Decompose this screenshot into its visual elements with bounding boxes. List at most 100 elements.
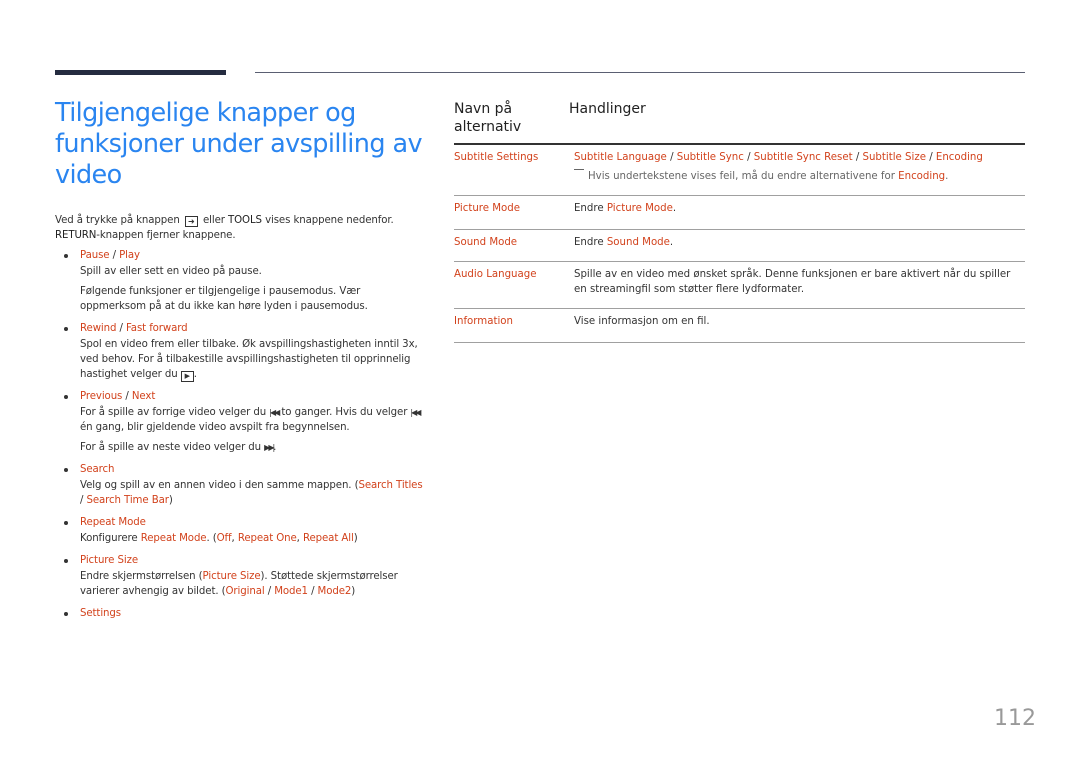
tools-label: TOOLS (228, 215, 262, 226)
link-repeat-all[interactable]: Repeat All (303, 533, 354, 544)
note: Hvis undertekstene vises feil, må du end… (574, 169, 1025, 184)
list-item-settings: Settings (55, 606, 425, 621)
item-title: Previous / Next (80, 389, 425, 404)
description-text: én gang, blir gjeldende video avspilt fr… (80, 422, 350, 433)
option-subtitle-settings[interactable]: Subtitle Settings (454, 150, 574, 184)
table-row: Sound Mode Endre Sound Mode. (454, 230, 1025, 262)
description-text: Endre (574, 203, 607, 214)
actions-cell: Spille av en video med ønsket språk. Den… (574, 269, 1011, 295)
separator: / (109, 250, 120, 261)
link-pause[interactable]: Pause (80, 250, 110, 261)
description-text: For å spille av neste video velger du (80, 442, 262, 453)
link-sound-mode[interactable]: Sound Mode (607, 237, 670, 248)
intro-text: Ved å trykke på knappen (55, 215, 180, 226)
note-text: . (945, 171, 949, 182)
description-text: Spol en video frem eller tilbake. Øk avs… (80, 339, 418, 380)
description-text: For å spille av forrige video velger du (80, 407, 267, 418)
list-item-pause-play: Pause / Play Spill av eller sett en vide… (55, 248, 425, 314)
option-information[interactable]: Information (454, 314, 574, 329)
link-subtitle-sync-reset[interactable]: Subtitle Sync Reset (754, 152, 853, 163)
link-picture-mode[interactable]: Picture Mode (607, 203, 673, 214)
description-text: . (672, 203, 677, 214)
function-list: Pause / Play Spill av eller sett en vide… (55, 248, 425, 621)
link-search-time-bar[interactable]: Search Time Bar (86, 495, 168, 506)
link-search[interactable]: Search (80, 462, 425, 477)
link-mode2[interactable]: Mode2 (318, 586, 352, 597)
page-title: Tilgjengelige knapper og funksjoner unde… (55, 98, 423, 190)
link-settings[interactable]: Settings (80, 606, 425, 621)
item-description: For å spille av neste video velger du ▶▶… (80, 440, 425, 455)
page-number: 112 (994, 706, 1036, 731)
actions-cell: Endre Picture Mode. (574, 201, 1025, 216)
description-text: . ( (206, 533, 217, 544)
previous-track-icon: |◀◀ (269, 408, 280, 417)
separator: / (925, 152, 936, 163)
options-table: Navn på alternativ Handlinger Subtitle S… (454, 98, 1025, 343)
table-header: Navn på alternativ Handlinger (454, 98, 1025, 145)
list-item-picture-size: Picture Size Endre skjermstørrelsen (Pic… (55, 553, 425, 599)
link-original[interactable]: Original (226, 586, 265, 597)
link-fast-forward[interactable]: Fast forward (126, 323, 188, 334)
separator: / (852, 152, 863, 163)
table-row: Subtitle Settings Subtitle Language / Su… (454, 145, 1025, 196)
description-text: Velg og spill av en annen video i den sa… (80, 480, 359, 491)
return-label: RETURN (55, 230, 97, 241)
item-description: Endre skjermstørrelsen (Picture Size). S… (80, 569, 425, 599)
link-mode1[interactable]: Mode1 (274, 586, 308, 597)
table-row: Audio Language Spille av en video med øn… (454, 262, 1025, 309)
separator: / (307, 586, 318, 597)
description-text: ) (168, 495, 173, 506)
intro-text: eller (202, 215, 225, 226)
link-search-titles[interactable]: Search Titles (358, 480, 422, 491)
description-text: to ganger. Hvis du velger (281, 407, 408, 418)
item-description: Konfigurere Repeat Mode. (Off, Repeat On… (80, 531, 425, 546)
item-description: Spill av eller sett en video på pause. (80, 266, 262, 277)
table-row: Picture Mode Endre Picture Mode. (454, 196, 1025, 230)
description-text: . (193, 369, 197, 380)
intro-paragraph: Ved å trykke på knappen ➜ eller TOOLS vi… (55, 213, 425, 243)
link-play[interactable]: Play (119, 250, 140, 261)
list-item-previous-next: Previous / Next For å spille av forrige … (55, 389, 425, 455)
play-button-icon: ▶ (180, 371, 194, 382)
link-picture-size[interactable]: Picture Size (80, 553, 425, 568)
list-item-repeat-mode: Repeat Mode Konfigurere Repeat Mode. (Of… (55, 515, 425, 546)
separator: / (743, 152, 754, 163)
header-rule (255, 72, 1025, 73)
link-encoding[interactable]: Encoding (936, 152, 983, 163)
link-subtitle-sync[interactable]: Subtitle Sync (677, 152, 744, 163)
note-text: Hvis undertekstene vises feil, må du end… (588, 171, 899, 182)
next-track-icon: ▶▶| (264, 443, 275, 452)
description-text: . (273, 442, 277, 453)
actions-cell: Endre Sound Mode. (574, 235, 1025, 250)
description-text: ) (351, 586, 356, 597)
item-description: Følgende funksjoner er tilgjengelige i p… (80, 286, 368, 312)
item-title: Rewind / Fast forward (80, 321, 425, 336)
actions-cell: Subtitle Language / Subtitle Sync / Subt… (574, 150, 1025, 184)
option-sound-mode[interactable]: Sound Mode (454, 235, 574, 250)
option-picture-mode[interactable]: Picture Mode (454, 201, 574, 216)
link-encoding-note[interactable]: Encoding (898, 171, 945, 182)
link-off[interactable]: Off (217, 533, 232, 544)
link-previous[interactable]: Previous (80, 391, 122, 402)
column-header-option-name: Navn på alternativ (454, 101, 522, 135)
description-text: Konfigurere (80, 533, 141, 544)
item-description: Spol en video frem eller tilbake. Øk avs… (80, 337, 425, 382)
link-next[interactable]: Next (132, 391, 155, 402)
option-audio-language[interactable]: Audio Language (454, 267, 574, 297)
description-text: . (669, 237, 674, 248)
list-item-rewind-fast-forward: Rewind / Fast forward Spol en video frem… (55, 321, 425, 382)
description-text: ) (353, 533, 358, 544)
link-subtitle-size[interactable]: Subtitle Size (863, 152, 926, 163)
separator: / (666, 152, 677, 163)
separator: / (264, 586, 275, 597)
item-description: Velg og spill av en annen video i den sa… (80, 478, 425, 508)
actions-cell: Vise informasjon om en fil. (574, 316, 710, 327)
link-rewind[interactable]: Rewind (80, 323, 116, 334)
link-subtitle-language[interactable]: Subtitle Language (574, 152, 667, 163)
link-picture-size-inline[interactable]: Picture Size (203, 571, 261, 582)
intro-text: -knappen fjerner knappene. (96, 230, 236, 241)
list-item-search: Search Velg og spill av en annen video i… (55, 462, 425, 508)
link-repeat-one[interactable]: Repeat One (238, 533, 297, 544)
link-repeat-mode[interactable]: Repeat Mode (80, 515, 425, 530)
link-repeat-mode-inline[interactable]: Repeat Mode (141, 533, 207, 544)
